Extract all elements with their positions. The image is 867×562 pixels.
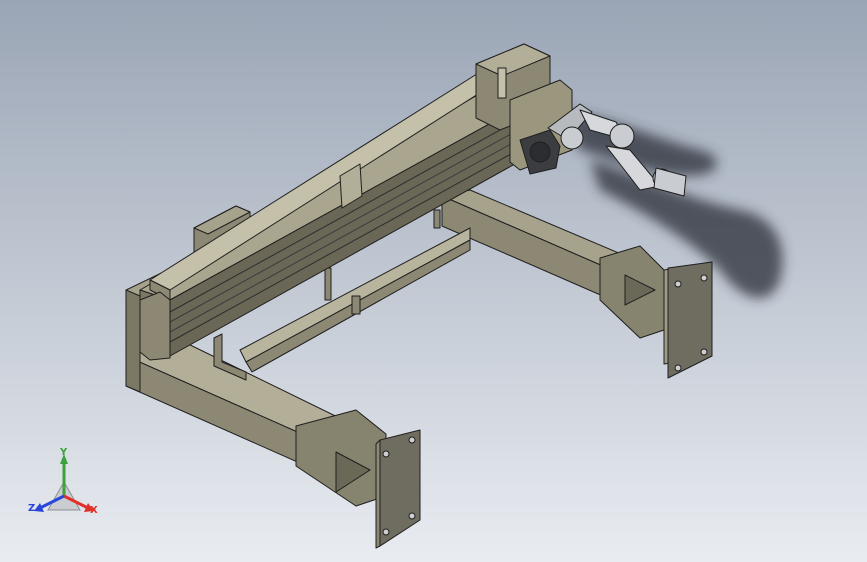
coordinate-triad: Y X Z	[26, 448, 102, 522]
x-axis-label: X	[90, 505, 98, 516]
3d-graphics-viewport[interactable]: Y X Z	[0, 0, 867, 562]
gantry-model-view[interactable]	[0, 0, 867, 562]
z-axis-label: Z	[28, 503, 36, 514]
y-axis-label: Y	[60, 447, 68, 458]
